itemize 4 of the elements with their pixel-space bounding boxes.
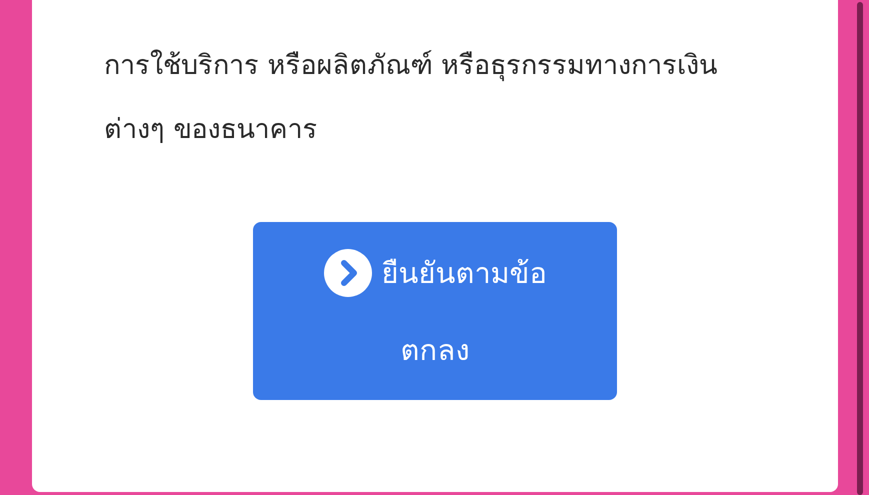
chevron-right-icon: [324, 249, 372, 297]
scrollbar[interactable]: [857, 2, 863, 495]
confirm-button[interactable]: ยืนยันตามข้อ ตกลง: [253, 222, 617, 400]
consent-text: การใช้บริการ หรือผลิตภัณฑ์ หรือธุรกรรมทางการเงิน ต่างๆ ของธนาคาร: [104, 48, 718, 147]
